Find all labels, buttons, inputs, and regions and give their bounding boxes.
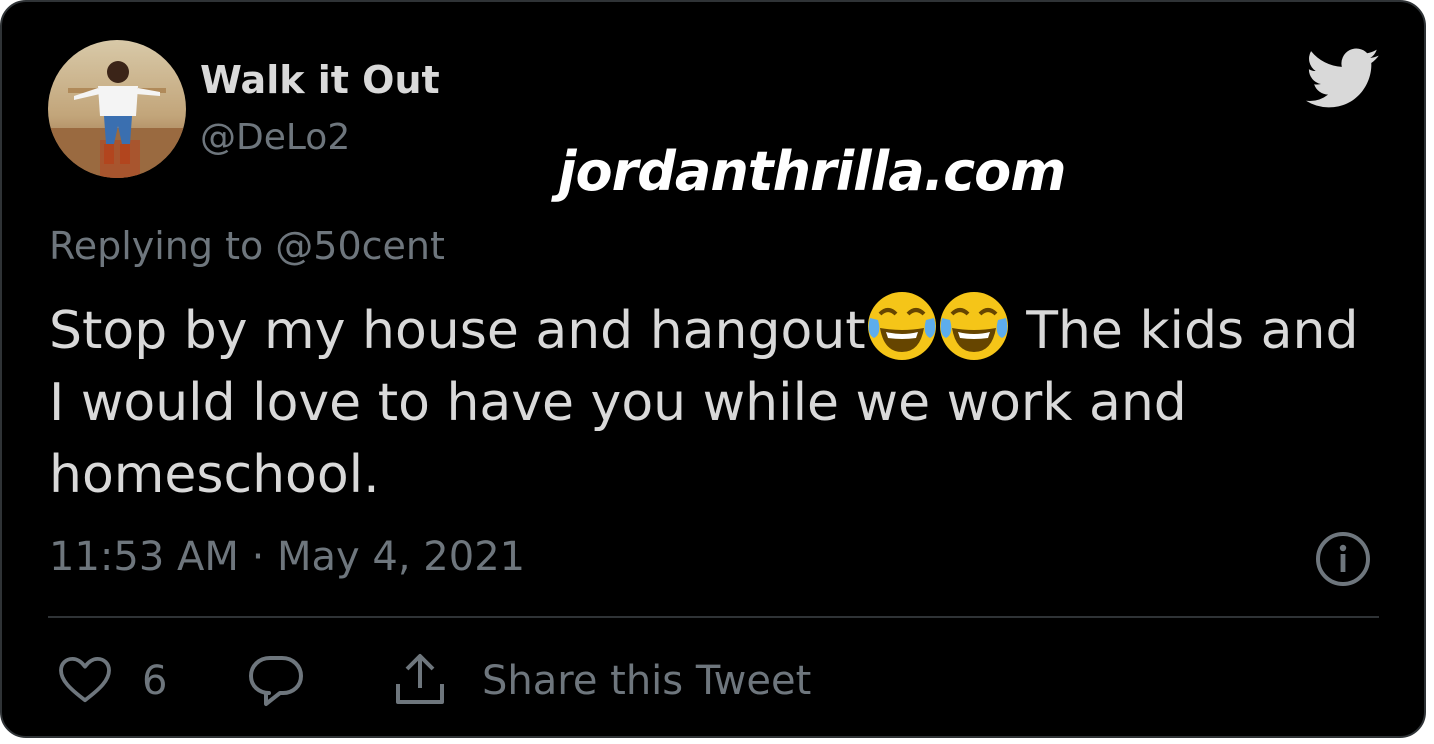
laughing-emoji-icon xyxy=(867,292,936,360)
share-icon[interactable] xyxy=(392,652,448,706)
tweet-text: Stop by my house and hangout The kids an… xyxy=(49,290,1359,511)
user-handle[interactable]: @DeLo2 xyxy=(200,117,350,158)
replying-to[interactable]: Replying to @50cent xyxy=(49,224,445,268)
twitter-bird-icon[interactable] xyxy=(1306,48,1380,110)
reply-icon[interactable] xyxy=(248,654,304,708)
divider xyxy=(48,616,1379,618)
display-name[interactable]: Walk it Out xyxy=(200,58,440,102)
watermark: jordanthrilla.com xyxy=(558,140,1067,203)
like-count: 6 xyxy=(142,658,168,704)
tweet-card: Walk it Out @DeLo2 jordanthrilla.com Rep… xyxy=(0,0,1426,738)
avatar[interactable] xyxy=(48,40,186,178)
timestamp[interactable]: 11:53 AM · May 4, 2021 xyxy=(49,534,525,580)
avatar-photo xyxy=(48,40,186,178)
laughing-emoji-icon xyxy=(939,292,1008,360)
heart-icon[interactable] xyxy=(58,656,112,704)
share-tweet-link[interactable]: Share this Tweet xyxy=(482,658,811,704)
tweet-text-part1: Stop by my house and hangout xyxy=(49,301,866,361)
info-icon[interactable] xyxy=(1315,531,1371,587)
action-bar: 6 Share this Tweet xyxy=(2,642,1422,722)
